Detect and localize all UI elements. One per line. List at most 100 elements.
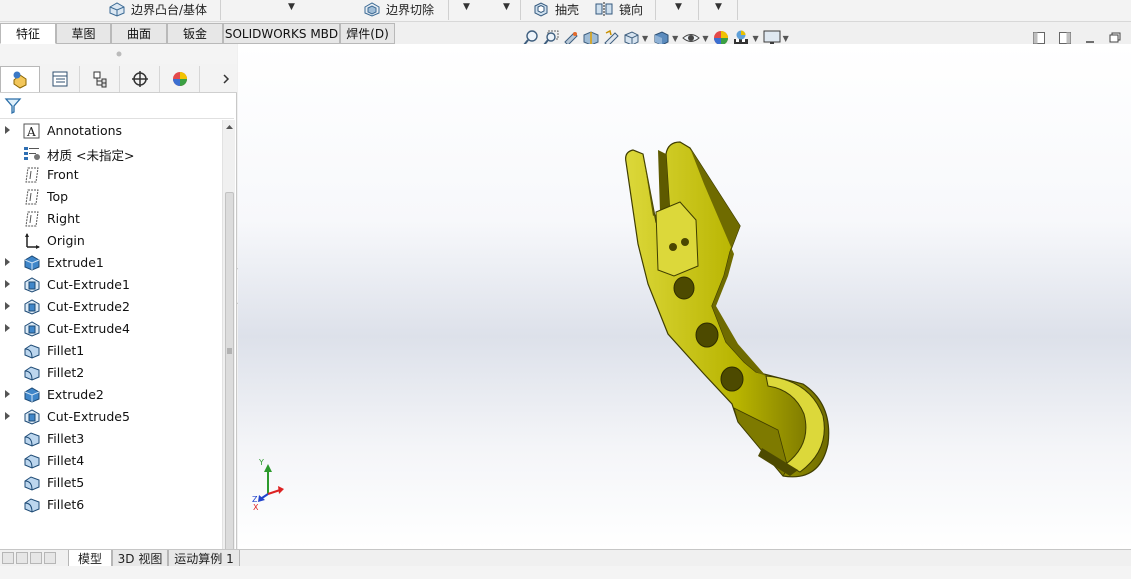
tab-feature-manager[interactable] [0,66,40,92]
triad-y-label: Y [258,458,264,467]
chevron-down-icon[interactable]: ▼ [672,34,678,43]
tree-filter[interactable] [0,93,234,119]
filter-icon [4,98,22,115]
chevron-down-icon[interactable]: ▼ [752,34,758,43]
tree-item-label: Extrude1 [47,255,104,270]
toolbar-divider [698,0,699,20]
tab-features[interactable]: 特征 [0,23,56,44]
tab-motion-study-1[interactable]: 运动算例 1 [168,550,240,567]
tree-item-fillet1[interactable]: Fillet1 [0,340,222,362]
chevron-down-icon[interactable]: ▼ [702,34,708,43]
tree-item-fillet3[interactable]: Fillet3 [0,428,222,450]
chevron-down-icon[interactable]: ▼ [503,2,510,12]
block-hole [681,238,689,246]
boundary-boss-label: 边界凸台/基体 [131,2,208,17]
tree-item-cut-extrude5[interactable]: Cut-Extrude5 [0,406,222,428]
tree-item-cut-extrude2[interactable]: Cut-Extrude2 [0,296,222,318]
expand-arrow-icon[interactable] [5,280,10,288]
tree-item-fillet2[interactable]: Fillet2 [0,362,222,384]
chevron-down-icon[interactable]: ▼ [675,2,682,12]
plane-icon [23,189,41,205]
mirror-label: 镜向 [619,2,644,17]
chevron-down-icon[interactable]: ▼ [783,34,789,43]
tile-right-icon[interactable] [1058,31,1072,45]
plane-icon [23,167,41,183]
tree-item-label: Fillet2 [47,365,85,380]
tab-model[interactable]: 模型 [68,550,112,567]
material-icon [23,145,41,161]
tree-item-front[interactable]: Front [0,164,222,186]
svg-text:A: A [26,125,36,139]
chevron-down-icon[interactable]: ▼ [642,34,648,43]
tree-item-label: Front [47,167,79,182]
tree-item-label: Fillet1 [47,343,85,358]
tab-weldments[interactable]: 焊件(D) [340,23,395,44]
next-tab-icon[interactable] [30,552,42,564]
tile-left-icon[interactable] [1032,31,1046,45]
chevron-down-icon[interactable]: ▼ [715,2,722,12]
expand-arrow-icon[interactable] [5,324,10,332]
tab-solidworks-mbd[interactable]: SOLIDWORKS MBD [223,23,340,44]
chevron-right-icon[interactable] [218,69,234,89]
shell-button[interactable]: 抽壳 [532,0,579,18]
tree-item-label: Cut-Extrude2 [47,299,130,314]
tree-item-fillet5[interactable]: Fillet5 [0,472,222,494]
feature-tree: A Annotations 材质 <未指定> Front Top Right Origin E… [0,120,222,516]
tree-item-origin[interactable]: Origin [0,230,222,252]
manager-tabs [0,64,237,93]
panel-grip[interactable] [0,44,237,64]
scroll-up-icon[interactable] [225,123,234,131]
command-toolbar: 边界凸台/基体 ▼ 边界切除 ▼ ▼ 抽壳 镜向 ▼ ▼ [0,0,1131,22]
tree-item-cut-extrude4[interactable]: Cut-Extrude4 [0,318,222,340]
boundary-cut-icon [364,2,380,17]
tree-item-cut-extrude1[interactable]: Cut-Extrude1 [0,274,222,296]
first-tab-icon[interactable] [2,552,14,564]
tree-vertical-scrollbar[interactable] [222,120,235,575]
expand-arrow-icon[interactable] [5,302,10,310]
tab-property-manager[interactable] [40,66,80,92]
expand-arrow-icon[interactable] [5,126,10,134]
graphics-area[interactable]: Y Z X [238,44,1131,549]
plane-icon [23,211,41,227]
tab-surfaces[interactable]: 曲面 [111,23,167,44]
toolbar-divider [520,0,521,20]
tree-item-label: Fillet6 [47,497,85,512]
tree-item-extrude1[interactable]: Extrude1 [0,252,222,274]
tree-item-material[interactable]: 材质 <未指定> [0,142,222,164]
minimize-icon[interactable] [1083,31,1097,45]
tree-item-fillet6[interactable]: Fillet6 [0,494,222,516]
cut-extrude-icon [23,277,41,293]
tree-item-top[interactable]: Top [0,186,222,208]
chevron-down-icon[interactable]: ▼ [288,2,295,12]
status-bar [0,566,1131,579]
part-model[interactable] [238,44,1131,549]
boundary-cut-button[interactable]: 边界切除 [363,0,434,18]
tree-item-annotations[interactable]: A Annotations [0,120,222,142]
tab-display-manager[interactable] [160,66,200,92]
tree-item-label: Cut-Extrude5 [47,409,130,424]
restore-icon[interactable] [1108,31,1122,45]
expand-arrow-icon[interactable] [5,412,10,420]
tab-sketch[interactable]: 草图 [56,23,111,44]
expand-arrow-icon[interactable] [5,390,10,398]
tab-dimxpert-manager[interactable] [120,66,160,92]
fillet-icon [23,343,41,359]
chevron-down-icon[interactable]: ▼ [463,2,470,12]
toolbar-divider [448,0,449,20]
tab-sheet-metal[interactable]: 钣金 [167,23,223,44]
grip-dot-icon [116,51,121,57]
tree-item-extrude2[interactable]: Extrude2 [0,384,222,406]
last-tab-icon[interactable] [44,552,56,564]
tree-item-fillet4[interactable]: Fillet4 [0,450,222,472]
expand-arrow-icon[interactable] [5,258,10,266]
property-manager-icon [52,71,67,87]
tab-3d-views[interactable]: 3D 视图 [112,550,168,567]
tree-item-right[interactable]: Right [0,208,222,230]
previous-tab-icon[interactable] [16,552,28,564]
annotations-icon: A [23,123,41,139]
scrollbar-thumb[interactable] [225,192,234,562]
mirror-button[interactable]: 镜向 [594,0,643,18]
tab-configuration-manager[interactable] [80,66,120,92]
tree-item-label: Fillet4 [47,453,85,468]
boundary-boss-button[interactable]: 边界凸台/基体 [108,0,207,18]
